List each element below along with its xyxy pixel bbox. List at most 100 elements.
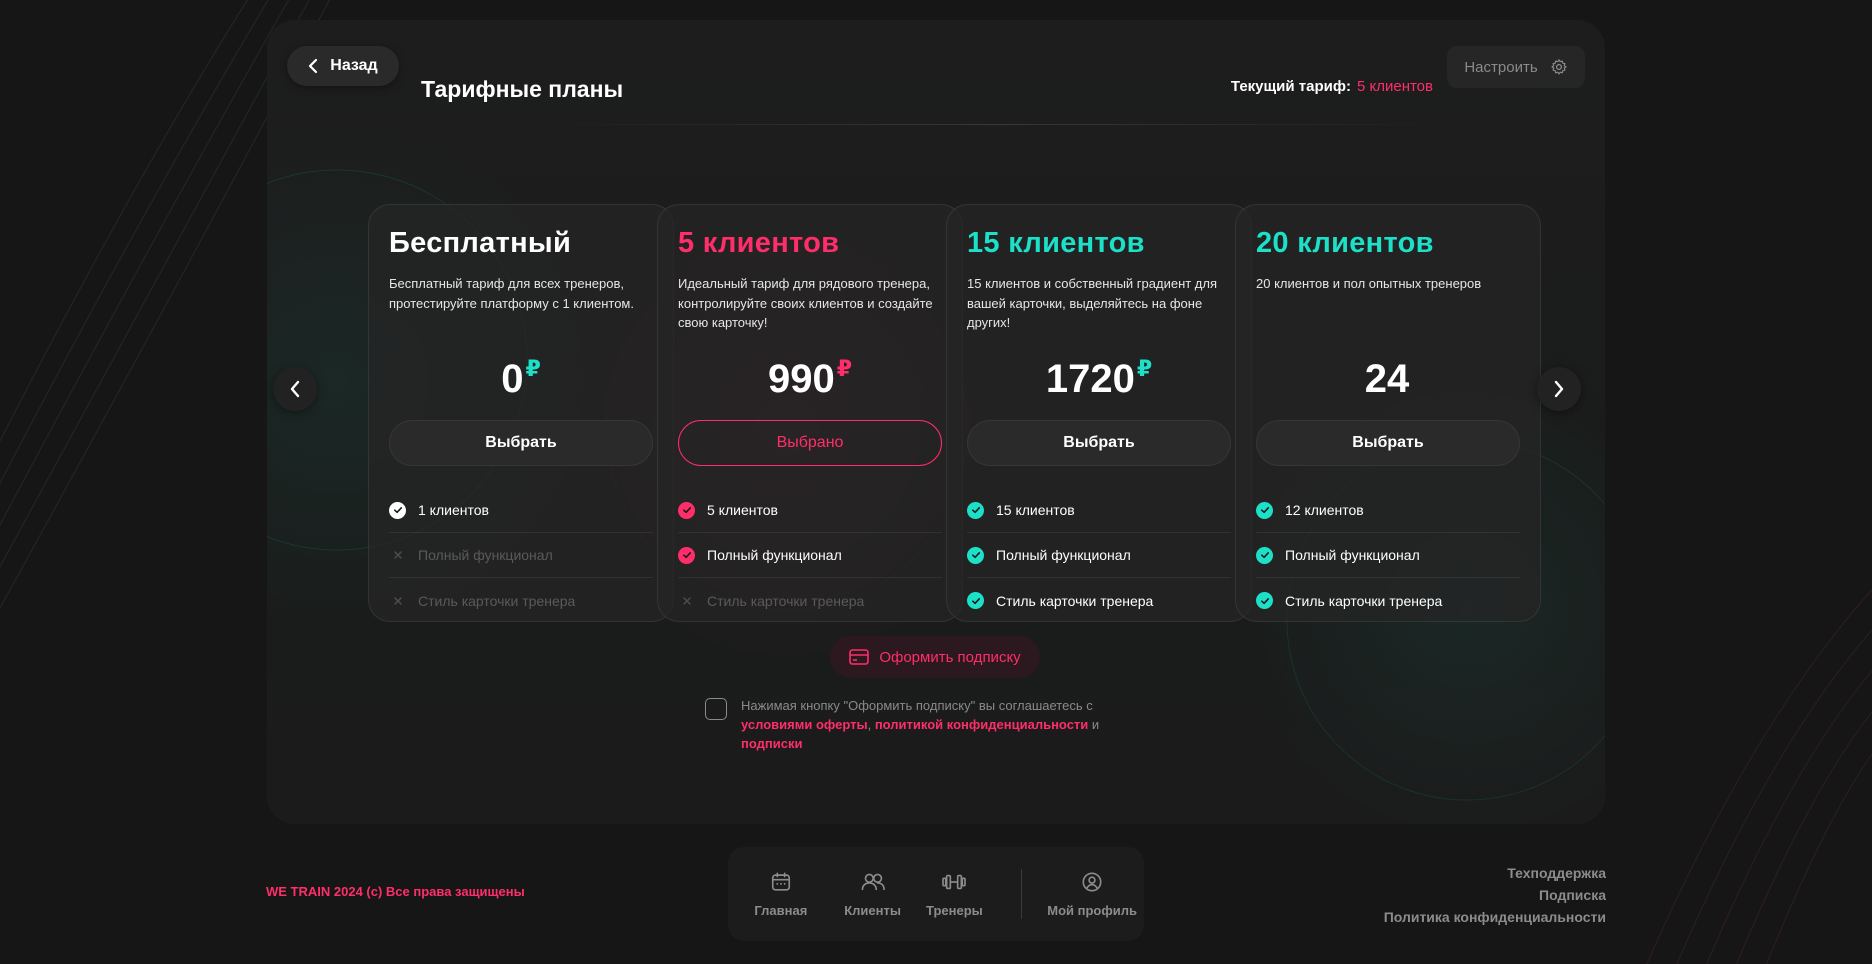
carousel-next-button[interactable] — [1537, 367, 1581, 411]
plan-choose-button[interactable]: Выбрать — [389, 420, 653, 466]
plan-feature: 5 клиентов — [678, 488, 942, 533]
nav-label: Клиенты — [844, 902, 901, 918]
profile-icon — [1082, 871, 1102, 892]
currency-symbol: ₽ — [836, 356, 853, 381]
agreement-and: и — [1091, 717, 1100, 732]
check-icon — [1256, 546, 1273, 564]
nav-label: Главная — [754, 902, 808, 918]
plan-feature: Стиль карточки тренера — [967, 578, 1231, 623]
plan-feature: Полный функционал — [389, 533, 653, 578]
gear-icon — [1550, 59, 1567, 75]
plan-feature-label: Стиль карточки тренера — [418, 592, 576, 609]
plan-description: Идеальный тариф для рядового тренера, ко… — [678, 276, 933, 330]
plan-description: 15 клиентов и собственный градиент для в… — [967, 276, 1218, 330]
plan-feature: 12 клиентов — [1256, 488, 1520, 533]
chevron-left-icon — [309, 58, 318, 74]
check-icon — [1256, 501, 1273, 519]
nav-item-clients[interactable]: Клиенты — [834, 871, 912, 918]
copyright: WE TRAIN 2024 (c) Все права защищены — [266, 884, 525, 899]
cross-icon — [678, 592, 695, 609]
plan-features: 1 клиентов Полный функционал Стиль карточк… — [389, 488, 653, 623]
agreement-text: Нажимая кнопку "Оформить подписку" вы со… — [741, 696, 1105, 753]
currency-symbol: ₽ — [1136, 356, 1153, 381]
dumbbell-icon — [942, 874, 967, 889]
back-button[interactable]: Назад — [287, 46, 399, 86]
support-link[interactable]: Техподдержка — [1384, 862, 1606, 884]
plan-feature-label: Стиль карточки тренера — [1285, 592, 1443, 609]
offer-terms-link[interactable]: условиями оферты — [741, 717, 868, 732]
plan-feature-label: Стиль карточки тренера — [707, 592, 865, 609]
page-title: Тарифные планы — [421, 76, 624, 102]
subscription-terms-link[interactable]: подписки — [741, 736, 802, 751]
carousel-prev-button[interactable] — [273, 367, 317, 411]
header-divider — [537, 124, 1455, 125]
nav-item-home[interactable]: Главная — [728, 871, 834, 918]
plan-feature-label: Стиль карточки тренера — [996, 592, 1154, 609]
back-button-label: Назад — [330, 57, 378, 74]
plan-card: 20 клиентов 20 клиентов и пол опытных тре… — [1235, 204, 1541, 622]
plan-price: 0₽ — [389, 356, 653, 404]
setup-button-label: Настроить — [1464, 58, 1538, 76]
chevron-left-icon — [290, 380, 300, 398]
check-icon — [389, 501, 406, 519]
plan-choose-button[interactable]: Выбрать — [967, 420, 1231, 466]
plan-features: 12 клиентов Полный функционал Стиль карточ… — [1256, 488, 1520, 623]
plan-price: 24 — [1256, 356, 1520, 404]
plan-card: 5 клиентов Идеальный тариф для рядового т… — [657, 204, 963, 622]
nav-label: Тренеры — [926, 902, 983, 918]
plan-feature: 15 клиентов — [967, 488, 1231, 533]
credit-card-icon — [849, 649, 870, 665]
plan-price: 1720₽ — [967, 356, 1231, 404]
plan-description: Бесплатный тариф для всех тренеров, прот… — [389, 276, 634, 311]
chevron-right-icon — [1554, 380, 1564, 398]
plan-price-value: 0 — [501, 357, 524, 401]
plan-title: Бесплатный — [389, 227, 572, 259]
plan-title: 15 клиентов — [967, 227, 1145, 259]
subscribe-button[interactable]: Оформить подписку — [830, 636, 1040, 678]
plan-card: 15 клиентов 15 клиентов и собственный гра… — [946, 204, 1252, 622]
plan-feature-label: 5 клиентов — [707, 502, 778, 518]
plan-feature: Полный функционал — [967, 533, 1231, 578]
plan-title: 5 клиентов — [678, 227, 840, 259]
plan-feature: Полный функционал — [1256, 533, 1520, 578]
plan-price-value: 1720 — [1045, 357, 1135, 401]
agreement-prefix: Нажимая кнопку "Оформить подписку" вы со… — [741, 698, 1093, 713]
privacy-policy-link[interactable]: политикой конфиденциальности — [875, 717, 1088, 732]
calendar-icon — [771, 871, 790, 891]
users-icon — [861, 873, 885, 890]
currency-symbol: ₽ — [525, 356, 541, 381]
nav-divider — [1021, 869, 1023, 919]
check-icon — [1256, 592, 1273, 609]
check-icon — [967, 592, 984, 609]
footer-links: Техподдержка Подписка Политика конфиденц… — [1384, 862, 1606, 928]
plan-selected-button[interactable]: Выбрано — [678, 420, 942, 466]
plans-carousel: Бесплатный Бесплатный тариф для всех трен… — [267, 184, 1605, 624]
check-icon — [967, 546, 984, 564]
cross-icon — [389, 547, 406, 564]
agreement-comma: , — [867, 717, 872, 732]
setup-button[interactable]: Настроить — [1447, 46, 1585, 88]
agreement: Нажимая кнопку "Оформить подписку" вы со… — [705, 696, 1105, 753]
bottom-nav: Главная Клиенты Тренеры Мой профиль — [728, 847, 1144, 941]
plan-feature: Полный функционал — [678, 533, 942, 578]
nav-label: Мой профиль — [1047, 902, 1137, 918]
check-icon — [967, 501, 984, 519]
plan-choose-button[interactable]: Выбрать — [1256, 420, 1520, 466]
plan-price-value: 990 — [767, 357, 835, 401]
current-plan-value: 5 клиентов — [1356, 78, 1433, 95]
plan-features: 5 клиентов Полный функционал Стиль карточк… — [678, 488, 942, 623]
tariff-panel: Назад Тарифные планы Текущий тариф: 5 кли… — [267, 20, 1605, 824]
plan-feature-label: 15 клиентов — [996, 502, 1075, 518]
plan-feature-label: 1 клиентов — [418, 502, 489, 518]
current-plan-label: Текущий тариф: — [1230, 78, 1351, 95]
agreement-checkbox[interactable] — [705, 698, 727, 720]
nav-item-profile[interactable]: Мой профиль — [1040, 871, 1144, 918]
check-icon — [678, 501, 695, 519]
privacy-link[interactable]: Политика конфиденциальности — [1384, 906, 1606, 928]
nav-item-trainers[interactable]: Тренеры — [912, 871, 998, 918]
cross-icon — [389, 592, 406, 609]
plan-description: 20 клиентов и пол опытных тренеров — [1256, 276, 1482, 291]
subscription-link[interactable]: Подписка — [1384, 884, 1606, 906]
plan-feature: Стиль карточки тренера — [678, 578, 942, 623]
plan-feature-label: Полный функционал — [996, 547, 1131, 563]
